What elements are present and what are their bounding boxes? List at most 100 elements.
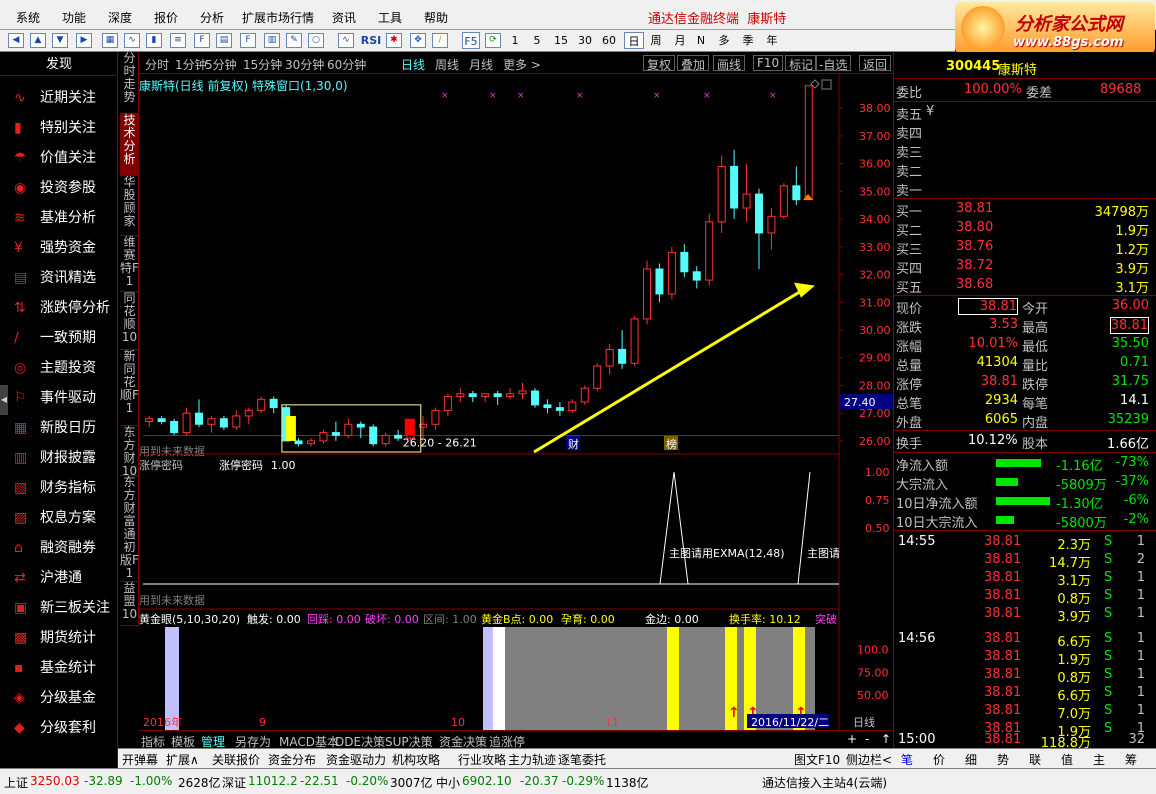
period-60-button[interactable]: 60 bbox=[600, 32, 618, 49]
menu-tools[interactable]: 工具 bbox=[378, 9, 402, 26]
brush-icon[interactable]: / bbox=[432, 33, 448, 48]
quote-tab-0[interactable]: 笔 bbox=[901, 751, 913, 768]
vtab-5[interactable]: 同花顺10 bbox=[120, 292, 139, 350]
tick-row[interactable]: 14:56 38.81 6.6万 S 1 bbox=[894, 630, 1156, 650]
f5-button[interactable]: F5 bbox=[462, 32, 480, 49]
cycle-week-button[interactable]: 周 bbox=[648, 32, 664, 49]
up-icon[interactable]: ▲ bbox=[30, 33, 46, 48]
list-icon[interactable]: ≡ bbox=[170, 33, 186, 48]
period-1[interactable]: 1分钟 bbox=[175, 56, 207, 73]
sidebar-item-6[interactable]: ¥ 强势资金 bbox=[10, 235, 115, 261]
sidebar-header[interactable]: 发现 bbox=[0, 54, 118, 76]
doc-icon[interactable]: ▤ bbox=[216, 33, 232, 48]
chart-tool-6[interactable]: 返回 bbox=[859, 55, 892, 72]
quote-tab-5[interactable]: 值 bbox=[1061, 751, 1073, 768]
bottom-tab-5[interactable]: 机构攻略 bbox=[392, 751, 440, 768]
window-icon[interactable] bbox=[821, 79, 832, 90]
sidebar-item-16[interactable]: ⌂ 融资融券 bbox=[10, 535, 115, 561]
cycle-quarter-button[interactable]: 季 bbox=[740, 32, 756, 49]
indicator-tab-1[interactable]: 模板 bbox=[171, 733, 195, 750]
trend-icon[interactable]: ∿ bbox=[124, 33, 140, 48]
vtab-3[interactable]: 华股顾家 bbox=[120, 176, 139, 236]
sidebar-item-11[interactable]: ⚐ 事件驱动 bbox=[10, 385, 115, 411]
period-9[interactable]: 更多 > bbox=[503, 56, 541, 73]
vtab-7[interactable]: 东方财10 bbox=[120, 426, 139, 478]
vtab-9[interactable]: 益盟10 bbox=[120, 582, 139, 626]
vtab-1[interactable]: 分时走势 bbox=[120, 52, 139, 114]
chart-svg[interactable]: 康斯特(日线 前复权) 特殊窗口(1,30,0) 38.00 37.00 36.00 3… bbox=[139, 74, 893, 740]
quote-tab-3[interactable]: 势 bbox=[997, 751, 1009, 768]
refresh-icon[interactable]: ⟳ bbox=[485, 33, 501, 48]
sidebar-item-1[interactable]: ∿ 近期关注 bbox=[10, 85, 115, 111]
cycle-day-button[interactable]: 日 bbox=[624, 32, 644, 49]
cycle-n-button[interactable]: N bbox=[694, 32, 708, 49]
tick-row[interactable]: 38.81 0.8万 S 1 bbox=[894, 666, 1156, 686]
sidebar-collapse-handle[interactable]: ◀ bbox=[0, 385, 8, 415]
indicator-tab-4[interactable]: MACD基本 bbox=[279, 733, 339, 750]
chart-tool-0[interactable]: 复权 bbox=[643, 55, 676, 72]
f12-icon[interactable]: F bbox=[240, 33, 256, 48]
chart-tool-1[interactable]: 叠加 bbox=[677, 55, 710, 72]
tick-row[interactable]: 38.81 1.9万 S 1 bbox=[894, 648, 1156, 668]
tick-row[interactable]: 38.81 3.9万 S 1 bbox=[894, 605, 1156, 625]
wave-icon[interactable]: ∿ bbox=[338, 33, 354, 48]
vtab-8[interactable]: 东方财富通初版F1 bbox=[120, 476, 139, 582]
sidebar-item-4[interactable]: ◉ 投资参股 bbox=[10, 175, 115, 201]
tick-row[interactable]: 14:55 38.81 2.3万 S 1 bbox=[894, 533, 1156, 553]
period-8[interactable]: 月线 bbox=[469, 56, 493, 73]
quote-tab-6[interactable]: 主 bbox=[1093, 751, 1105, 768]
period-7[interactable]: 周线 bbox=[435, 56, 459, 73]
cycle-month-button[interactable]: 月 bbox=[672, 32, 688, 49]
quote-tab-7[interactable]: 筹 bbox=[1125, 751, 1137, 768]
indicator-tab-3[interactable]: 另存为 bbox=[235, 733, 271, 750]
chart-tool-3[interactable]: F10 bbox=[753, 55, 784, 71]
bottom-tab-3[interactable]: 资金分布 bbox=[268, 751, 316, 768]
bottom-tab-6[interactable]: 行业攻略 bbox=[458, 751, 506, 768]
period-5-button[interactable]: 5 bbox=[530, 32, 544, 49]
period-15-button[interactable]: 15 bbox=[552, 32, 570, 49]
indicator-tab-8[interactable]: 追涨停 bbox=[489, 733, 525, 750]
sidebar-item-5[interactable]: ≋ 基准分析 bbox=[10, 205, 115, 231]
indicator-up-icon[interactable]: ↑ bbox=[881, 732, 891, 746]
indicator-tab-6[interactable]: SUP决策 bbox=[385, 733, 433, 750]
bottom-tab-1[interactable]: 扩展∧ bbox=[166, 751, 199, 768]
indicator-tab-7[interactable]: 资金决策 bbox=[439, 733, 487, 750]
tick-row[interactable]: 38.81 7.0万 S 1 bbox=[894, 702, 1156, 722]
back-icon[interactable]: ◀ bbox=[8, 33, 24, 48]
rsi-button[interactable]: RSI bbox=[360, 32, 382, 49]
kline-icon[interactable]: ▮ bbox=[146, 33, 162, 48]
menu-system[interactable]: 系统 bbox=[16, 9, 40, 26]
sidebar-item-3[interactable]: ☂ 价值关注 bbox=[10, 145, 115, 171]
chart-tool-2[interactable]: 画线 bbox=[713, 55, 746, 72]
menu-analysis[interactable]: 分析 bbox=[200, 9, 224, 26]
menu-extended-market[interactable]: 扩展市场行情 bbox=[242, 9, 314, 26]
indicator-tab-5[interactable]: DDE决策 bbox=[335, 733, 385, 750]
chart-tool-5[interactable]: -自选 bbox=[815, 55, 852, 72]
sidebar-item-7[interactable]: ▤ 资讯精选 bbox=[10, 265, 115, 291]
sidebar-item-12[interactable]: ▦ 新股日历 bbox=[10, 415, 115, 441]
sidebar-item-10[interactable]: ◎ 主题投资 bbox=[10, 355, 115, 381]
tick-row[interactable]: 38.81 14.7万 S 2 bbox=[894, 551, 1156, 571]
sidebar-item-9[interactable]: ∕ 一致预期 bbox=[10, 325, 115, 351]
sidebar-item-17[interactable]: ⇄ 沪港通 bbox=[10, 565, 115, 591]
tick-row[interactable]: 38.81 0.8万 S 1 bbox=[894, 587, 1156, 607]
quote-tab-4[interactable]: 联 bbox=[1029, 751, 1041, 768]
menu-function[interactable]: 功能 bbox=[62, 9, 86, 26]
cycle-year-button[interactable]: 年 bbox=[764, 32, 780, 49]
period-5[interactable]: 60分钟 bbox=[327, 56, 366, 73]
quote-tab-1[interactable]: 价 bbox=[933, 751, 945, 768]
sidebar-item-20[interactable]: ▪ 基金统计 bbox=[10, 655, 115, 681]
grid-icon[interactable]: ▦ bbox=[102, 33, 118, 48]
vtab-4[interactable]: 维赛特F1 bbox=[120, 236, 139, 292]
sidebar-item-19[interactable]: ▩ 期货统计 bbox=[10, 625, 115, 651]
pen-icon[interactable]: ✎ bbox=[286, 33, 302, 48]
chart-tool-4[interactable]: 标记 bbox=[785, 55, 818, 72]
bottom-tab-0[interactable]: 开弹幕 bbox=[122, 751, 158, 768]
quote-tab-2[interactable]: 细 bbox=[965, 751, 977, 768]
indicator-tab-2[interactable]: 管理 bbox=[201, 733, 225, 750]
period-2[interactable]: 5分钟 bbox=[205, 56, 237, 73]
f10-icon[interactable]: F bbox=[194, 33, 210, 48]
sidebar-item-2[interactable]: ▮ 特别关注 bbox=[10, 115, 115, 141]
menu-help[interactable]: 帮助 bbox=[424, 9, 448, 26]
period-0[interactable]: 分时 bbox=[145, 56, 169, 73]
